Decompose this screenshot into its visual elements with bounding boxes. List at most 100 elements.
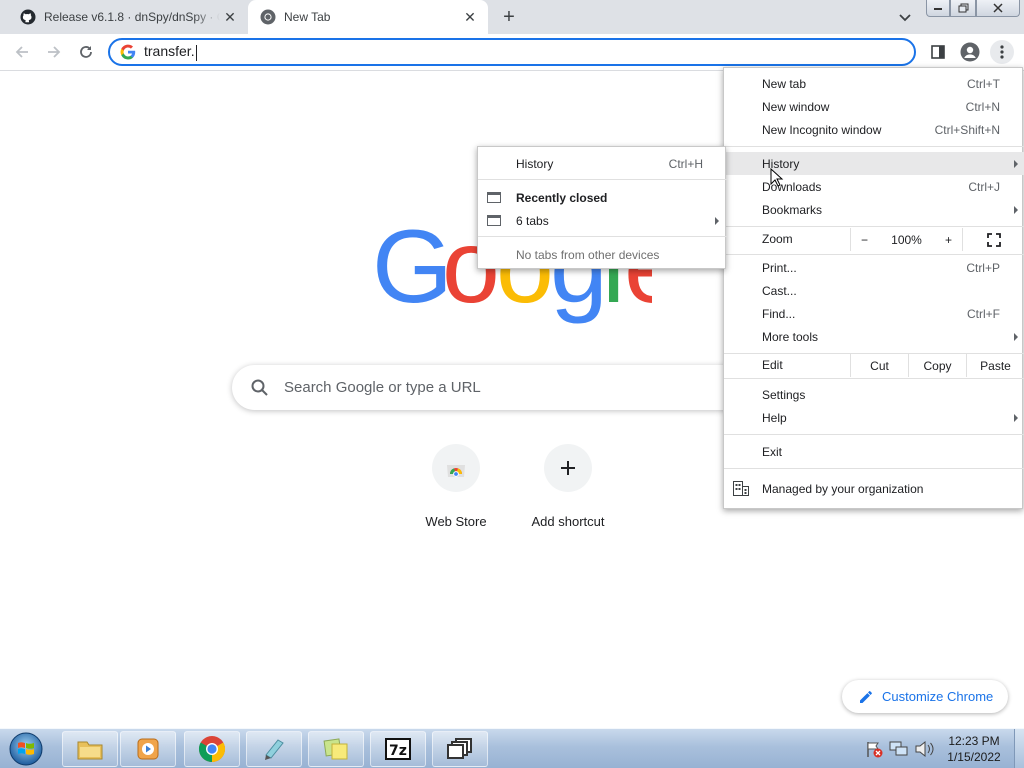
menu-item-settings[interactable]: Settings <box>724 383 1024 406</box>
recently-closed-heading: Recently closed <box>516 190 608 205</box>
menu-item-print[interactable]: Print... Ctrl+P <box>724 256 1024 279</box>
shortcut-web-store[interactable]: Web Store <box>400 444 512 534</box>
submenu-arrow-icon <box>1014 205 1018 214</box>
show-desktop-button[interactable] <box>1014 729 1024 768</box>
chrome-icon <box>198 736 226 763</box>
submenu-item-6-tabs[interactable]: 6 tabs <box>478 209 727 232</box>
window-icon <box>487 192 501 203</box>
shortcut-add[interactable]: Add shortcut <box>512 444 624 534</box>
action-center-flag-icon[interactable] <box>864 739 884 759</box>
menu-item-help[interactable]: Help <box>724 406 1024 429</box>
menu-item-label: New tab <box>762 76 807 91</box>
taskbar-sticky-notes[interactable] <box>308 731 364 767</box>
text-caret <box>195 44 197 61</box>
paste-button[interactable]: Paste <box>966 354 1024 377</box>
volume-icon[interactable] <box>914 739 936 759</box>
side-panel-button[interactable] <box>926 40 950 64</box>
minimize-button[interactable] <box>926 0 950 17</box>
menu-separator <box>724 254 1024 255</box>
plus-icon <box>561 461 575 475</box>
menu-item-exit[interactable]: Exit <box>724 440 1024 463</box>
menu-item-more-tools[interactable]: More tools <box>724 325 1024 348</box>
webstore-icon <box>447 465 465 477</box>
network-icon[interactable] <box>888 739 910 759</box>
github-icon <box>20 9 36 25</box>
omnibox-value: transfer. <box>144 43 195 60</box>
pencil-icon <box>860 690 872 703</box>
tab-new-tab[interactable]: New Tab ✕ <box>248 0 488 34</box>
menu-separator <box>724 378 1024 379</box>
menu-item-history[interactable]: History <box>724 152 1024 175</box>
submenu-arrow-icon <box>1014 413 1018 422</box>
taskbar-clock[interactable]: 12:23 PM 1/15/2022 <box>936 733 1012 765</box>
new-tab-button[interactable]: + <box>496 5 522 29</box>
switch-windows-icon <box>447 738 472 759</box>
omnibox[interactable]: transfer. <box>108 38 916 66</box>
sticky-notes-icon <box>323 738 348 760</box>
taskbar-explorer[interactable] <box>62 731 118 767</box>
three-dots-vertical-icon <box>1000 45 1004 59</box>
managed-by-organization[interactable]: Managed by your organization <box>724 477 1024 500</box>
menu-row-edit: Edit Cut Copy Paste <box>724 354 1024 377</box>
chevron-down-icon[interactable] <box>894 7 916 29</box>
clock-time: 12:23 PM <box>948 734 1000 748</box>
tab-dnspy-release[interactable]: Release v6.1.8 · dnSpy/dnSpy · GitHub ✕ <box>8 0 248 34</box>
menu-item-label: Cast... <box>762 283 797 298</box>
menu-item-shortcut: Ctrl+J <box>968 179 1000 194</box>
close-window-button[interactable] <box>976 0 1020 17</box>
zoom-in-button[interactable]: + <box>945 233 952 247</box>
start-button[interactable] <box>6 731 46 767</box>
profile-button[interactable] <box>958 40 982 64</box>
cut-button[interactable]: Cut <box>850 354 908 377</box>
close-icon[interactable]: ✕ <box>460 7 480 27</box>
taskbar-7zip[interactable]: 7z <box>370 731 426 767</box>
menu-item-bookmarks[interactable]: Bookmarks <box>724 198 1024 221</box>
chrome-menu-button[interactable] <box>990 40 1014 64</box>
ntp-search-box[interactable]: Search Google or type a URL <box>232 365 792 410</box>
google-g-icon <box>120 44 136 60</box>
clock-date: 1/15/2022 <box>947 750 1001 764</box>
taskbar-media-player[interactable] <box>120 731 176 767</box>
copy-label: Copy <box>923 358 952 373</box>
menu-item-new-tab[interactable]: New tab Ctrl+T <box>724 72 1024 95</box>
customize-chrome-button[interactable]: Customize Chrome <box>842 680 1008 713</box>
menu-item-cast[interactable]: Cast... <box>724 279 1024 302</box>
side-panel-icon <box>931 45 945 59</box>
notepad-icon <box>265 739 284 760</box>
submenu-item-shortcut: Ctrl+H <box>668 156 703 171</box>
menu-separator <box>724 468 1024 469</box>
taskbar-chrome[interactable] <box>184 731 240 767</box>
menu-item-label: Settings <box>762 387 806 402</box>
shortcut-label: Web Store <box>425 514 487 529</box>
menu-item-label: Exit <box>762 444 783 459</box>
window-icon <box>487 215 501 226</box>
reload-button[interactable] <box>74 40 98 64</box>
shortcut-tile <box>432 444 480 492</box>
managed-label: Managed by your organization <box>762 481 924 496</box>
svg-text:7z: 7z <box>389 743 407 759</box>
edit-label: Edit <box>762 358 783 372</box>
menu-separator <box>724 434 1024 435</box>
copy-button[interactable]: Copy <box>908 354 966 377</box>
back-button[interactable] <box>10 40 34 64</box>
menu-item-new-window[interactable]: New window Ctrl+N <box>724 95 1024 118</box>
fullscreen-icon <box>986 232 1001 247</box>
menu-item-new-incognito-window[interactable]: New Incognito window Ctrl+Shift+N <box>724 118 1024 141</box>
history-submenu: History Ctrl+H Recently closed 6 tabs No… <box>477 146 727 269</box>
taskbar-notepad[interactable] <box>246 731 302 767</box>
omnibox-text[interactable]: transfer. <box>144 43 197 61</box>
forward-button[interactable] <box>42 40 66 64</box>
zoom-out-button[interactable]: − <box>861 233 868 247</box>
menu-item-label: Bookmarks <box>762 202 823 217</box>
taskbar-switch-windows[interactable] <box>432 731 488 767</box>
menu-item-downloads[interactable]: Downloads Ctrl+J <box>724 175 1024 198</box>
fullscreen-button[interactable] <box>962 228 1024 251</box>
menu-item-label: More tools <box>762 329 819 344</box>
submenu-item-label: No tabs from other devices <box>516 247 660 262</box>
menu-item-find[interactable]: Find... Ctrl+F <box>724 302 1024 325</box>
menu-item-label: New window <box>762 99 830 114</box>
tab-title: Release v6.1.8 · dnSpy/dnSpy · GitHub <box>44 10 220 24</box>
submenu-item-history[interactable]: History Ctrl+H <box>478 152 727 175</box>
close-icon[interactable]: ✕ <box>220 7 240 27</box>
restore-button[interactable] <box>950 0 976 17</box>
